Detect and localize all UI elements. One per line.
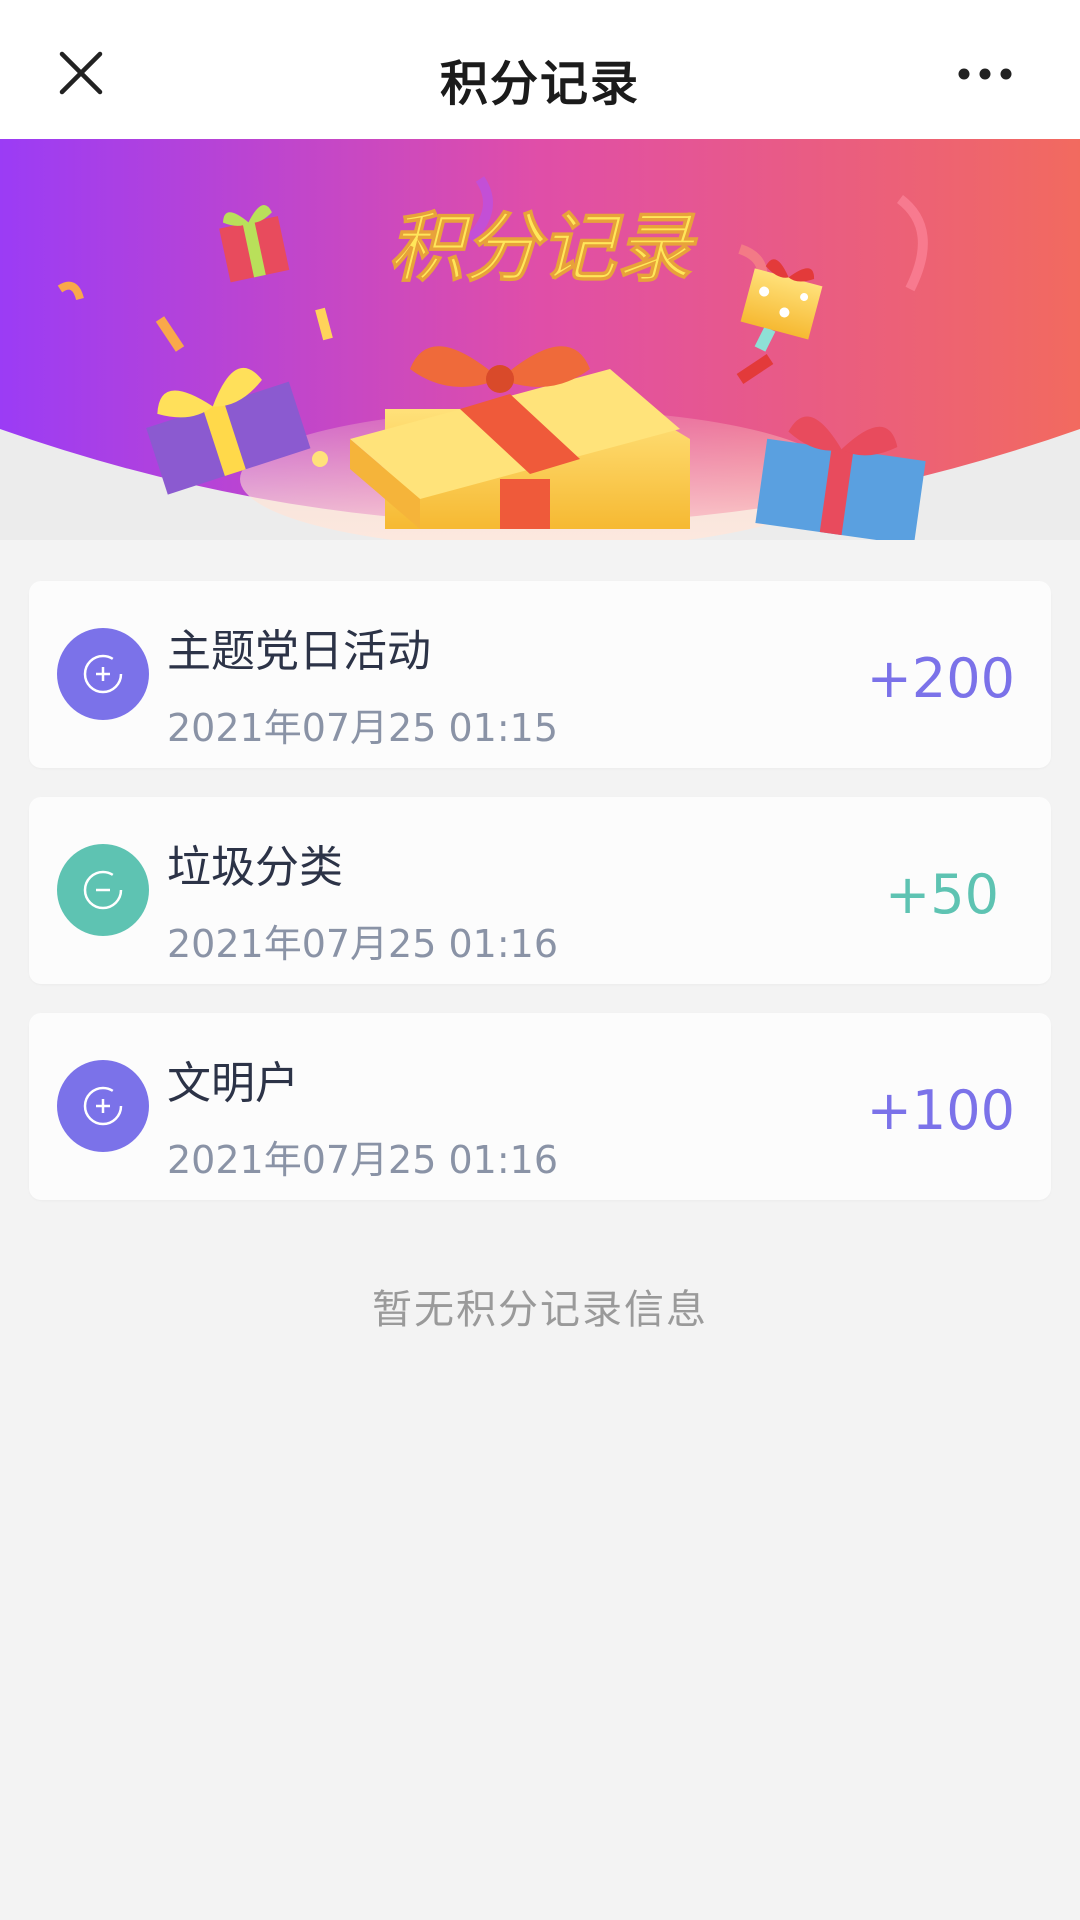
records-list: 主题党日活动 2021年07月25 01:15 +200 垃圾分类 2021年0… [29,581,1051,1229]
record-card[interactable]: 垃圾分类 2021年07月25 01:16 +50 [29,797,1051,984]
record-time: 2021年07月25 01:16 [167,922,559,966]
record-points: +200 [866,647,1015,710]
banner-illustration: 积分记录 [0,139,1080,540]
record-points: +100 [866,1079,1015,1142]
record-name: 垃圾分类 [167,842,343,893]
record-time: 2021年07月25 01:15 [167,706,559,750]
top-bar: 积分记录 [0,0,1080,139]
record-icon-bg [57,628,149,720]
record-icon-bg [57,844,149,936]
record-icon-bg [57,1060,149,1152]
record-card[interactable]: 文明户 2021年07月25 01:16 +100 [29,1013,1051,1200]
points-record-page: 积分记录 积分记录 主题党日活动 2021年07月25 01:15 +200 垃… [0,0,1080,1920]
banner-title: 积分记录 [388,203,698,292]
empty-message: 暂无积分记录信息 [372,1287,708,1333]
record-name: 文明户 [167,1058,299,1109]
points-banner: 积分记录 [0,139,1080,540]
record-name: 主题党日活动 [167,626,431,677]
more-button[interactable] [940,52,1030,96]
record-card[interactable]: 主题党日活动 2021年07月25 01:15 +200 [29,581,1051,768]
more-horizontal-icon [958,68,1012,80]
minus-circle-icon [83,870,123,910]
record-time: 2021年07月25 01:16 [167,1138,559,1182]
plus-circle-icon [83,1086,123,1126]
record-points: +50 [885,863,999,926]
plus-circle-icon [83,654,123,694]
page-title: 积分记录 [439,56,640,112]
